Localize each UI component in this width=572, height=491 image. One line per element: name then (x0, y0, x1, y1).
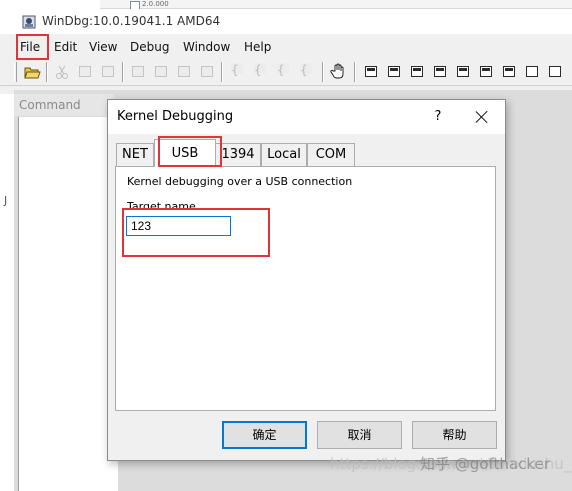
toolbar-grip[interactable] (14, 62, 17, 82)
paste-icon[interactable] (99, 63, 117, 80)
step-into-glyph (155, 66, 167, 77)
windbg-app-icon (22, 15, 36, 29)
menu-file[interactable]: File (20, 40, 40, 54)
tab-net[interactable]: NET (116, 143, 154, 166)
call-stack-glyph (480, 66, 492, 77)
scratch-pad-icon[interactable] (523, 63, 541, 80)
run-to-cursor-glyph: { (231, 63, 243, 77)
braces-glyph: { (300, 63, 312, 77)
close-button[interactable] (468, 104, 496, 130)
left-edge-panel: J (0, 94, 14, 491)
tab-usb[interactable]: USB (154, 139, 216, 167)
disassembly-glyph (503, 66, 515, 77)
tab-com[interactable]: COM (307, 143, 355, 166)
tab-local[interactable]: Local (261, 143, 307, 166)
step-out-icon[interactable] (198, 63, 216, 80)
step-into-icon[interactable] (152, 63, 170, 80)
windbg-window: 2.0.000 WinDbg:10.0.19041.1 AMD64 File E… (0, 0, 572, 491)
source-mode-glyph (132, 66, 144, 77)
hand-icon[interactable] (330, 63, 348, 80)
connection-description: Kernel debugging over a USB connection (127, 175, 353, 188)
step-over-icon[interactable] (175, 63, 193, 80)
menu-debug[interactable]: Debug (130, 40, 169, 54)
dialog-titlebar[interactable]: Kernel Debugging ? (108, 100, 505, 134)
cut-icon[interactable] (53, 63, 71, 80)
locals-glyph (411, 66, 423, 77)
ok-button[interactable]: 确定 (222, 421, 307, 449)
toolbar-separator (221, 62, 223, 82)
step-out-braces-glyph: { (277, 63, 289, 77)
registers-icon[interactable] (431, 63, 449, 80)
command-window-icon[interactable] (362, 63, 380, 80)
cancel-button[interactable]: 取消 (317, 421, 402, 449)
command-window-glyph (365, 66, 377, 77)
target-name-input[interactable] (126, 216, 231, 236)
background-window-strip: 2.0.000 (100, 0, 572, 9)
open-folder-icon[interactable] (23, 63, 41, 80)
registers-glyph (434, 66, 446, 77)
menu-help[interactable]: Help (244, 40, 271, 54)
menu-view[interactable]: View (89, 40, 117, 54)
scratch-pad-glyph (526, 66, 538, 77)
dialog-help-button[interactable]: 帮助 (412, 421, 497, 449)
zhihu-watermark: 知乎 @gofthacker (420, 455, 550, 473)
source-mode-icon[interactable] (129, 63, 147, 80)
tab-1394[interactable]: 1394 (215, 143, 261, 166)
call-stack-icon[interactable] (477, 63, 495, 80)
processes-icon[interactable] (546, 63, 564, 80)
background-tab[interactable]: 2.0.000 (130, 0, 240, 9)
command-window-title: Command (19, 98, 81, 112)
disassembly-icon[interactable] (500, 63, 518, 80)
step-braces-icon[interactable]: { (252, 63, 270, 80)
step-over-glyph (178, 66, 190, 77)
step-out-glyph (201, 66, 213, 77)
processes-glyph (549, 66, 561, 77)
toolbar-separator (122, 62, 124, 82)
memory-glyph (457, 66, 469, 77)
window-title: WinDbg:10.0.19041.1 AMD64 (42, 14, 221, 28)
run-to-cursor-icon[interactable]: { (229, 63, 247, 80)
dialog-title: Kernel Debugging (117, 109, 234, 124)
braces-icon[interactable]: { (298, 63, 316, 80)
help-button[interactable]: ? (424, 104, 452, 130)
toolbar-separator (322, 62, 324, 82)
watch-icon[interactable] (385, 63, 403, 80)
target-name-label: Target name (127, 200, 196, 210)
menu-edit[interactable]: Edit (54, 40, 77, 54)
toolbar-separator (46, 62, 48, 82)
step-out-braces-icon[interactable]: { (275, 63, 293, 80)
paste-glyph (102, 66, 114, 77)
copy-icon[interactable] (76, 63, 94, 80)
menu-window[interactable]: Window (183, 40, 230, 54)
close-icon (476, 111, 488, 123)
cut-glyph (56, 65, 68, 79)
open-folder-glyph (24, 67, 41, 79)
command-window-output[interactable] (18, 117, 118, 491)
watch-glyph (388, 66, 400, 77)
memory-icon[interactable] (454, 63, 472, 80)
locals-icon[interactable] (408, 63, 426, 80)
left-edge-glyph: J (4, 194, 8, 207)
window-titlebar[interactable]: 2.0.000 WinDbg:10.0.19041.1 AMD64 (0, 0, 572, 34)
step-braces-glyph: { (254, 63, 266, 77)
toolbar-separator (354, 62, 356, 82)
menu-bar: File Edit View Debug Window Help (0, 36, 572, 58)
copy-glyph (79, 66, 91, 77)
hand-glyph (330, 63, 344, 79)
toolbar: { { { { (0, 58, 572, 86)
